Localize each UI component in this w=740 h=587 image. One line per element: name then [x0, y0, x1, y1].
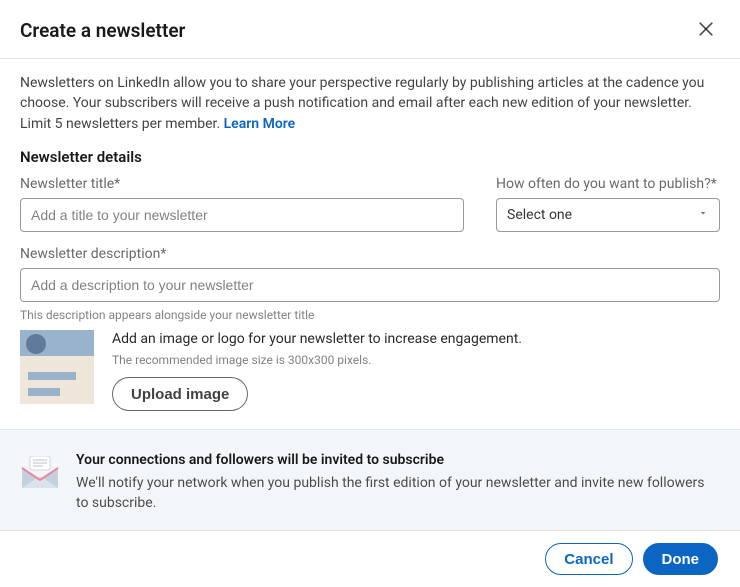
modal-body[interactable]: Newsletters on LinkedIn allow you to sha…	[0, 59, 740, 530]
description-label: Newsletter description*	[20, 246, 720, 262]
notice-title: Your connections and followers will be i…	[76, 452, 720, 468]
close-icon	[696, 19, 716, 42]
description-helper: This description appears alongside your …	[20, 308, 720, 322]
learn-more-link[interactable]: Learn More	[224, 116, 296, 132]
notice-body: We'll notify your network when you publi…	[76, 474, 720, 513]
chevron-down-icon	[697, 207, 709, 223]
cancel-button[interactable]: Cancel	[545, 543, 632, 575]
details-heading: Newsletter details	[20, 148, 720, 166]
intro-text: Newsletters on LinkedIn allow you to sha…	[20, 73, 720, 134]
invite-notice: Your connections and followers will be i…	[0, 429, 740, 530]
notice-text: Your connections and followers will be i…	[76, 452, 720, 513]
newsletter-description-input[interactable]	[20, 268, 720, 302]
frequency-selected: Select one	[507, 207, 572, 223]
description-field: Newsletter description* This description…	[20, 246, 720, 322]
frequency-label: How often do you want to publish?*	[496, 176, 720, 192]
upload-image-button[interactable]: Upload image	[112, 377, 248, 411]
upload-title: Add an image or logo for your newsletter…	[112, 330, 720, 350]
modal-footer: Cancel Done	[0, 530, 740, 587]
close-button[interactable]	[690, 14, 722, 46]
modal-header: Create a newsletter	[0, 0, 740, 59]
title-frequency-row: Newsletter title* How often do you want …	[20, 176, 720, 232]
done-button[interactable]: Done	[643, 543, 719, 575]
title-label: Newsletter title*	[20, 176, 464, 192]
upload-subtitle: The recommended image size is 300x300 pi…	[112, 353, 720, 367]
upload-section: Add an image or logo for your newsletter…	[20, 330, 720, 412]
envelope-icon	[20, 456, 60, 490]
upload-copy: Add an image or logo for your newsletter…	[112, 330, 720, 412]
newsletter-title-input[interactable]	[20, 198, 464, 232]
frequency-field: How often do you want to publish?* Selec…	[496, 176, 720, 232]
create-newsletter-modal: Create a newsletter Newsletters on Linke…	[0, 0, 740, 587]
image-placeholder-icon	[20, 330, 94, 404]
frequency-select[interactable]: Select one	[496, 198, 720, 232]
intro-copy: Newsletters on LinkedIn allow you to sha…	[20, 75, 704, 132]
title-field: Newsletter title*	[20, 176, 464, 232]
modal-title: Create a newsletter	[20, 19, 185, 42]
